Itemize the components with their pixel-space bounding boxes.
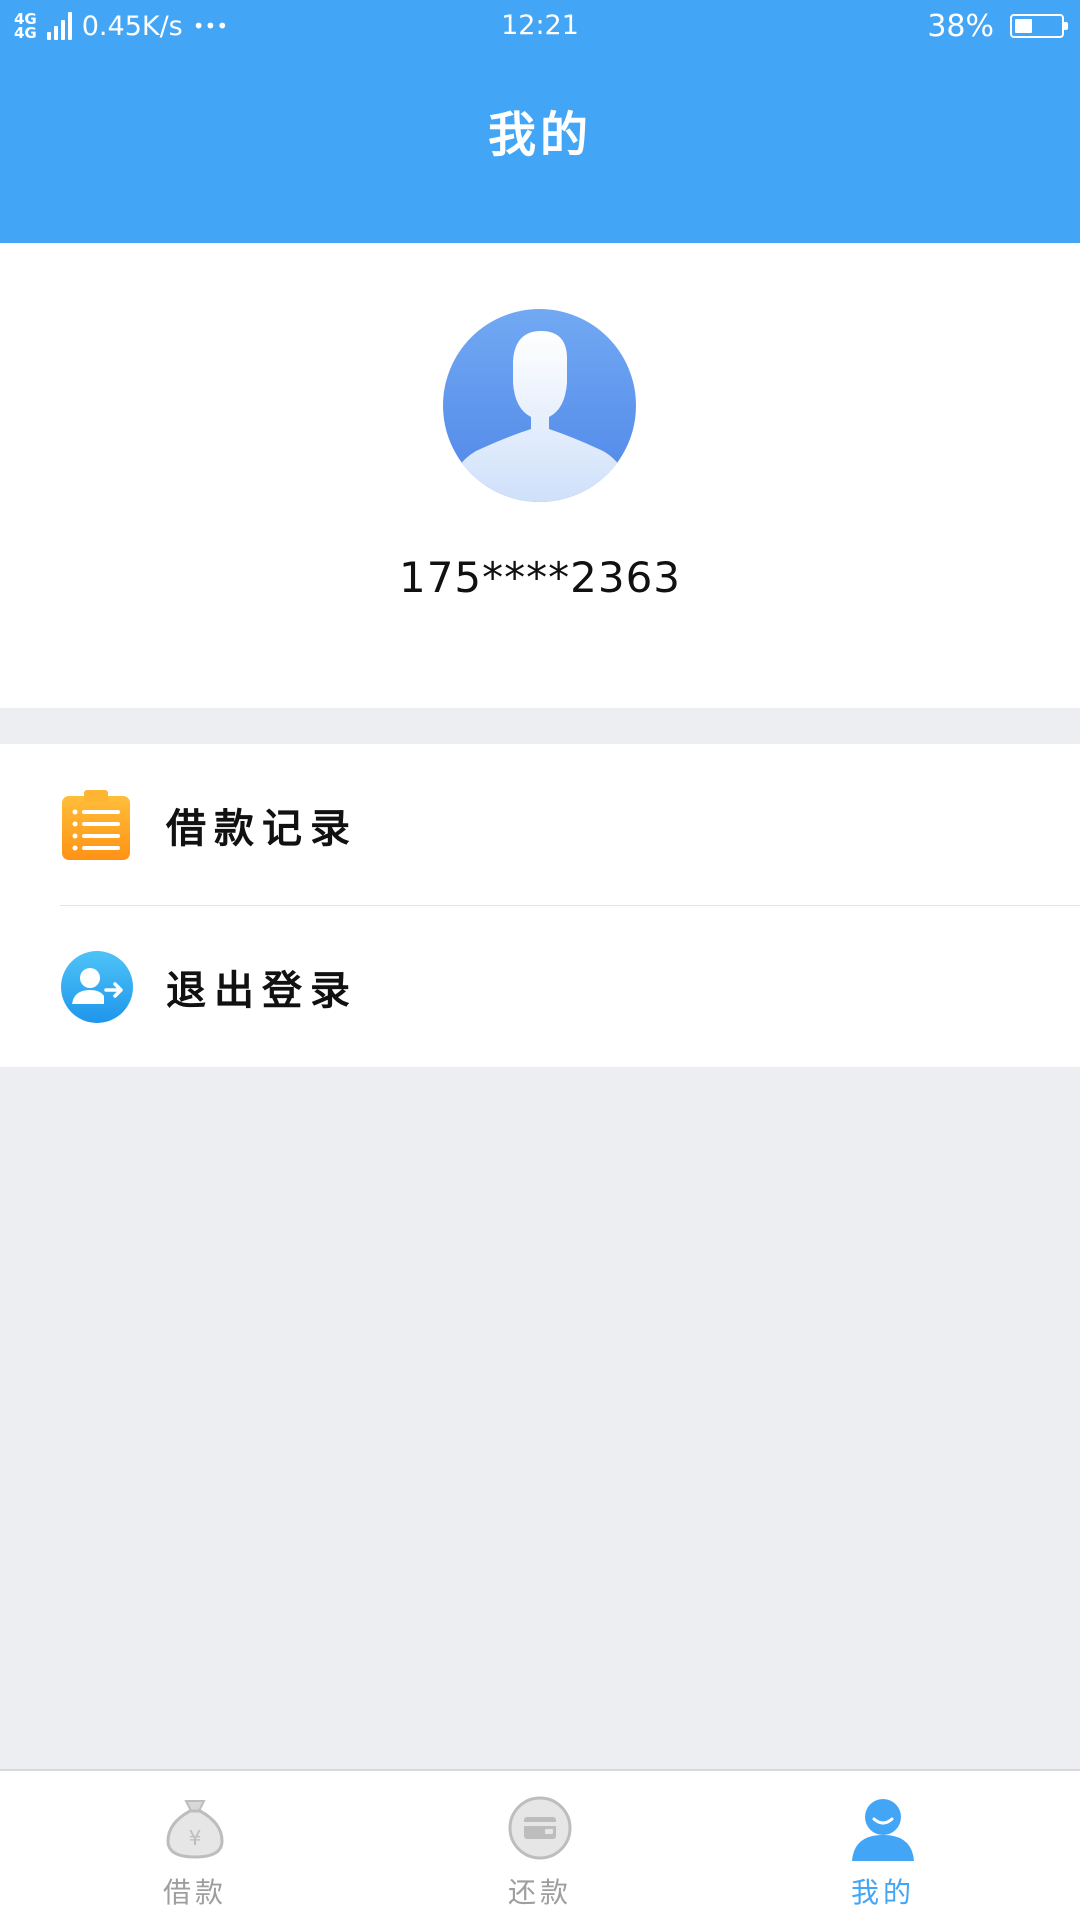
tab-label: 还款 — [507, 1876, 572, 1909]
wallet-icon — [507, 1795, 573, 1861]
battery-fill — [1015, 19, 1032, 33]
battery-icon — [1010, 14, 1068, 38]
tab-label: 借款 — [162, 1876, 227, 1909]
status-right: 38% — [927, 6, 1068, 46]
menu-item-label: 借款记录 — [166, 805, 358, 852]
money-bag-icon: ¥ — [162, 1795, 228, 1861]
tab-borrow[interactable]: ¥ 借款 — [15, 1771, 375, 1920]
status-bar: 4G 4G 0.45K/s ••• 12:21 38% — [0, 0, 1080, 52]
profile-card: 175****2363 — [0, 243, 1080, 708]
menu-item-label: 退出登录 — [166, 967, 358, 1014]
svg-text:¥: ¥ — [189, 1826, 202, 1850]
clipboard-list-icon — [60, 788, 134, 862]
tab-label: 我的 — [850, 1876, 915, 1909]
battery-percent: 38% — [927, 8, 994, 44]
tab-repay[interactable]: 还款 — [360, 1771, 720, 1920]
bottom-nav: ¥ 借款 还款 我的 — [0, 1769, 1080, 1920]
page-header: 我的 — [0, 52, 1080, 243]
menu-list: 借款记录 退出登录 — [0, 744, 1080, 1067]
page-title: 我的 — [487, 106, 592, 163]
user-phone: 175****2363 — [398, 553, 682, 602]
status-time: 12:21 — [501, 10, 579, 41]
tab-mine[interactable]: 我的 — [703, 1771, 1063, 1920]
user-avatar-icon[interactable] — [443, 309, 636, 502]
user-logout-icon — [60, 950, 134, 1024]
person-icon — [850, 1795, 916, 1861]
menu-item-loan-records[interactable]: 借款记录 — [0, 744, 1080, 906]
menu-item-logout[interactable]: 退出登录 — [0, 906, 1080, 1067]
